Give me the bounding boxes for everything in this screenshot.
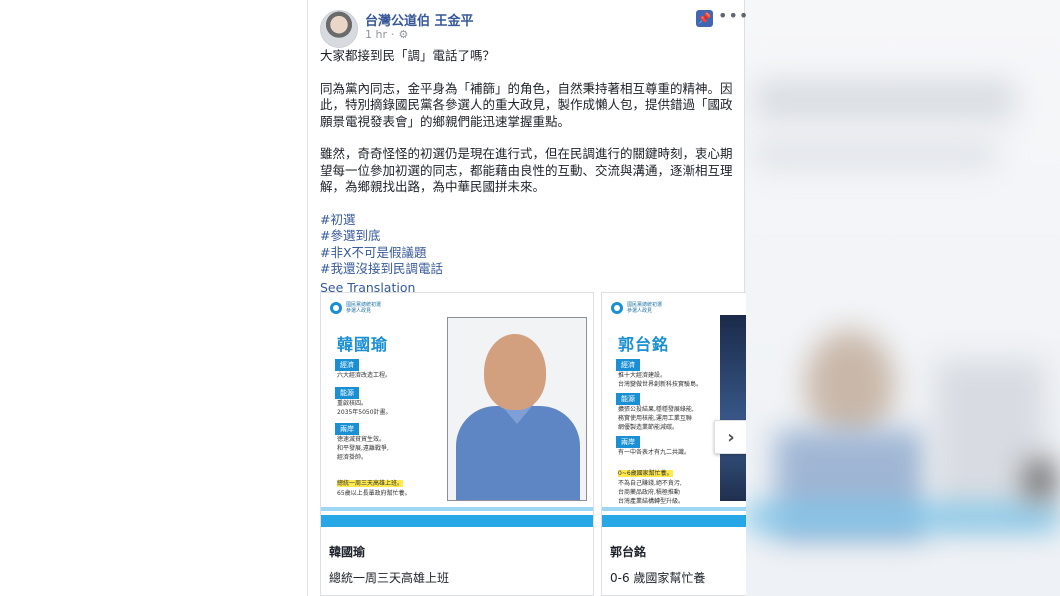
policy-item: 擴張公投結果,穩穩發展綠能, [618, 406, 694, 413]
post-paragraph-2: 同為黨內同志，金平身為「補篩」的角色，自然秉持著相互尊重的精神。因此，特別摘錄國… [320, 80, 733, 129]
post-paragraph-1: 大家都接到民「調」電話了嗎？ [320, 48, 496, 63]
more-icon[interactable]: ••• [718, 6, 749, 25]
logo-line: 參選人政見 [627, 308, 653, 314]
policy-item: 六大經濟改造工程。 [337, 372, 392, 379]
post-text: 大家都接到民「調」電話了嗎？ 同為黨內同志，金平身為「補篩」的角色，自然秉持著相… [320, 48, 735, 296]
category-label: 經濟 [616, 359, 640, 371]
policy-item: 經濟掛帥。 [337, 454, 368, 461]
carousel-card[interactable]: 國民黨總統初選 參選人政見 韓國瑜 經濟 六大經濟改造工程。 能源 重啟核四。 … [320, 292, 594, 596]
policy-item: 2035年5050計畫。 [337, 409, 392, 416]
hashtag-link[interactable]: #初選 [320, 212, 735, 229]
carousel: 國民黨總統初選 參選人政見 韓國瑜 經濟 六大經濟改造工程。 能源 重啟核四。 … [320, 292, 746, 596]
party-emblem-icon [330, 302, 342, 314]
policy-item: 不為自己賺錢,絕不貪污, [618, 480, 682, 487]
post-paragraph-3: 雖然，奇奇怪怪的初選仍是現在進行式，但在民調進行的關鍵時刻，衷心期望每一位參加初… [320, 146, 733, 194]
party-emblem-icon [611, 302, 623, 314]
carousel-next-button[interactable]: › [714, 420, 746, 454]
policy-item: 有一中各表才有九二共識。 [618, 449, 691, 456]
meta-separator: · [391, 28, 395, 41]
post-meta: 1 hr · ⚙ [365, 28, 408, 41]
logo-line: 參選人政見 [346, 308, 372, 314]
card-description[interactable]: 總統一周三天高雄上班 [329, 569, 449, 586]
candidate-name: 郭台銘 [618, 335, 670, 354]
avatar[interactable] [320, 10, 358, 48]
category-label: 能源 [616, 393, 640, 405]
policy-item: 推十大經濟建設。 [618, 372, 667, 379]
policy-item: 和平發展,遠離戰爭, [337, 445, 389, 452]
hashtag-list: #初選 #參選到底 #非X不可是假議題 #我還沒接到民調電話 [320, 212, 735, 278]
policy-highlight: 0~6歲國家幫忙養。 [618, 470, 673, 477]
post-time[interactable]: 1 hr [365, 28, 387, 41]
candidate-photo [447, 317, 587, 501]
category-label: 兩岸 [335, 423, 359, 435]
policy-item: 重啟核四。 [337, 400, 368, 407]
hashtag-link[interactable]: #非X不可是假議題 [320, 245, 735, 262]
card-image[interactable]: 國民黨總統初選 參選人政見 韓國瑜 經濟 六大經濟改造工程。 能源 重啟核四。 … [321, 293, 593, 533]
policy-item: 65歲以上長輩政府幫忙養。 [337, 490, 411, 497]
policy-item: 徳速滅貧貿生效。 [337, 436, 386, 443]
blurred-background [745, 0, 1060, 596]
gear-icon[interactable]: ⚙ [399, 28, 409, 41]
category-label: 能源 [335, 387, 359, 399]
hashtag-link[interactable]: #參選到底 [320, 228, 735, 245]
party-logo: 國民黨總統初選 參選人政見 [611, 302, 662, 314]
category-label: 兩岸 [616, 436, 640, 448]
policy-highlight: 總統一周三天高雄上班。 [337, 480, 404, 487]
party-logo: 國民黨總統初選 參選人政見 [330, 302, 381, 314]
card-image[interactable]: 國民黨總統初選 參選人政見 郭台銘 經濟 推十大經濟建設。 台灣變做世界創新科技… [602, 293, 746, 533]
pin-icon[interactable]: 📌 [696, 10, 713, 27]
policy-item: 網優製造業節能減碳。 [618, 424, 679, 431]
facebook-post: 台灣公道伯 王金平 1 hr · ⚙ 📌 ••• 大家都接到民「調」電話了嗎？ … [307, 0, 748, 596]
post-author[interactable]: 台灣公道伯 王金平 [365, 10, 474, 29]
hashtag-link[interactable]: #我還沒接到民調電話 [320, 261, 735, 278]
policy-item: 務實使用核能,運用工業互聯 [618, 415, 692, 422]
category-label: 經濟 [335, 359, 359, 371]
chevron-right-icon: › [727, 426, 735, 448]
candidate-photo [720, 315, 746, 501]
candidate-name: 韓國瑜 [337, 335, 389, 354]
policy-item: 台灣產業結構轉型升級。 [618, 498, 685, 505]
card-title[interactable]: 韓國瑜 [329, 543, 365, 560]
policy-item: 台灣變做世界創新科技實驗島。 [618, 381, 703, 388]
card-title[interactable]: 郭台銘 [610, 543, 646, 560]
policy-item: 台商藥品政府,積極推動 [618, 489, 680, 496]
card-description[interactable]: 0-6 歲國家幫忙養 [610, 569, 705, 586]
